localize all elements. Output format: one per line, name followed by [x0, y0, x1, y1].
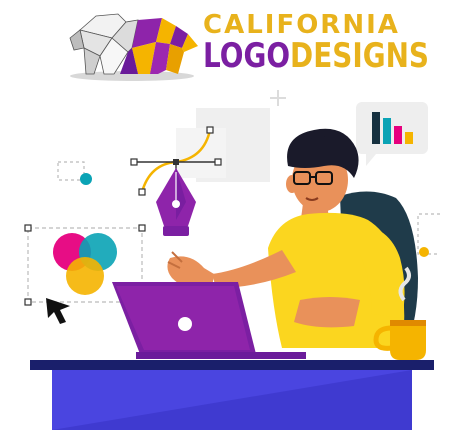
background-panel-small	[176, 128, 226, 178]
arrow-cursor-icon	[46, 298, 70, 324]
teal-dot	[80, 173, 92, 185]
sparkle-icon	[270, 90, 286, 106]
desk	[30, 360, 434, 430]
dashed-guide-left	[57, 161, 85, 181]
designer-illustration	[24, 90, 440, 430]
yellow-dot	[419, 247, 429, 257]
bar-chart-bubble-icon	[356, 102, 428, 166]
